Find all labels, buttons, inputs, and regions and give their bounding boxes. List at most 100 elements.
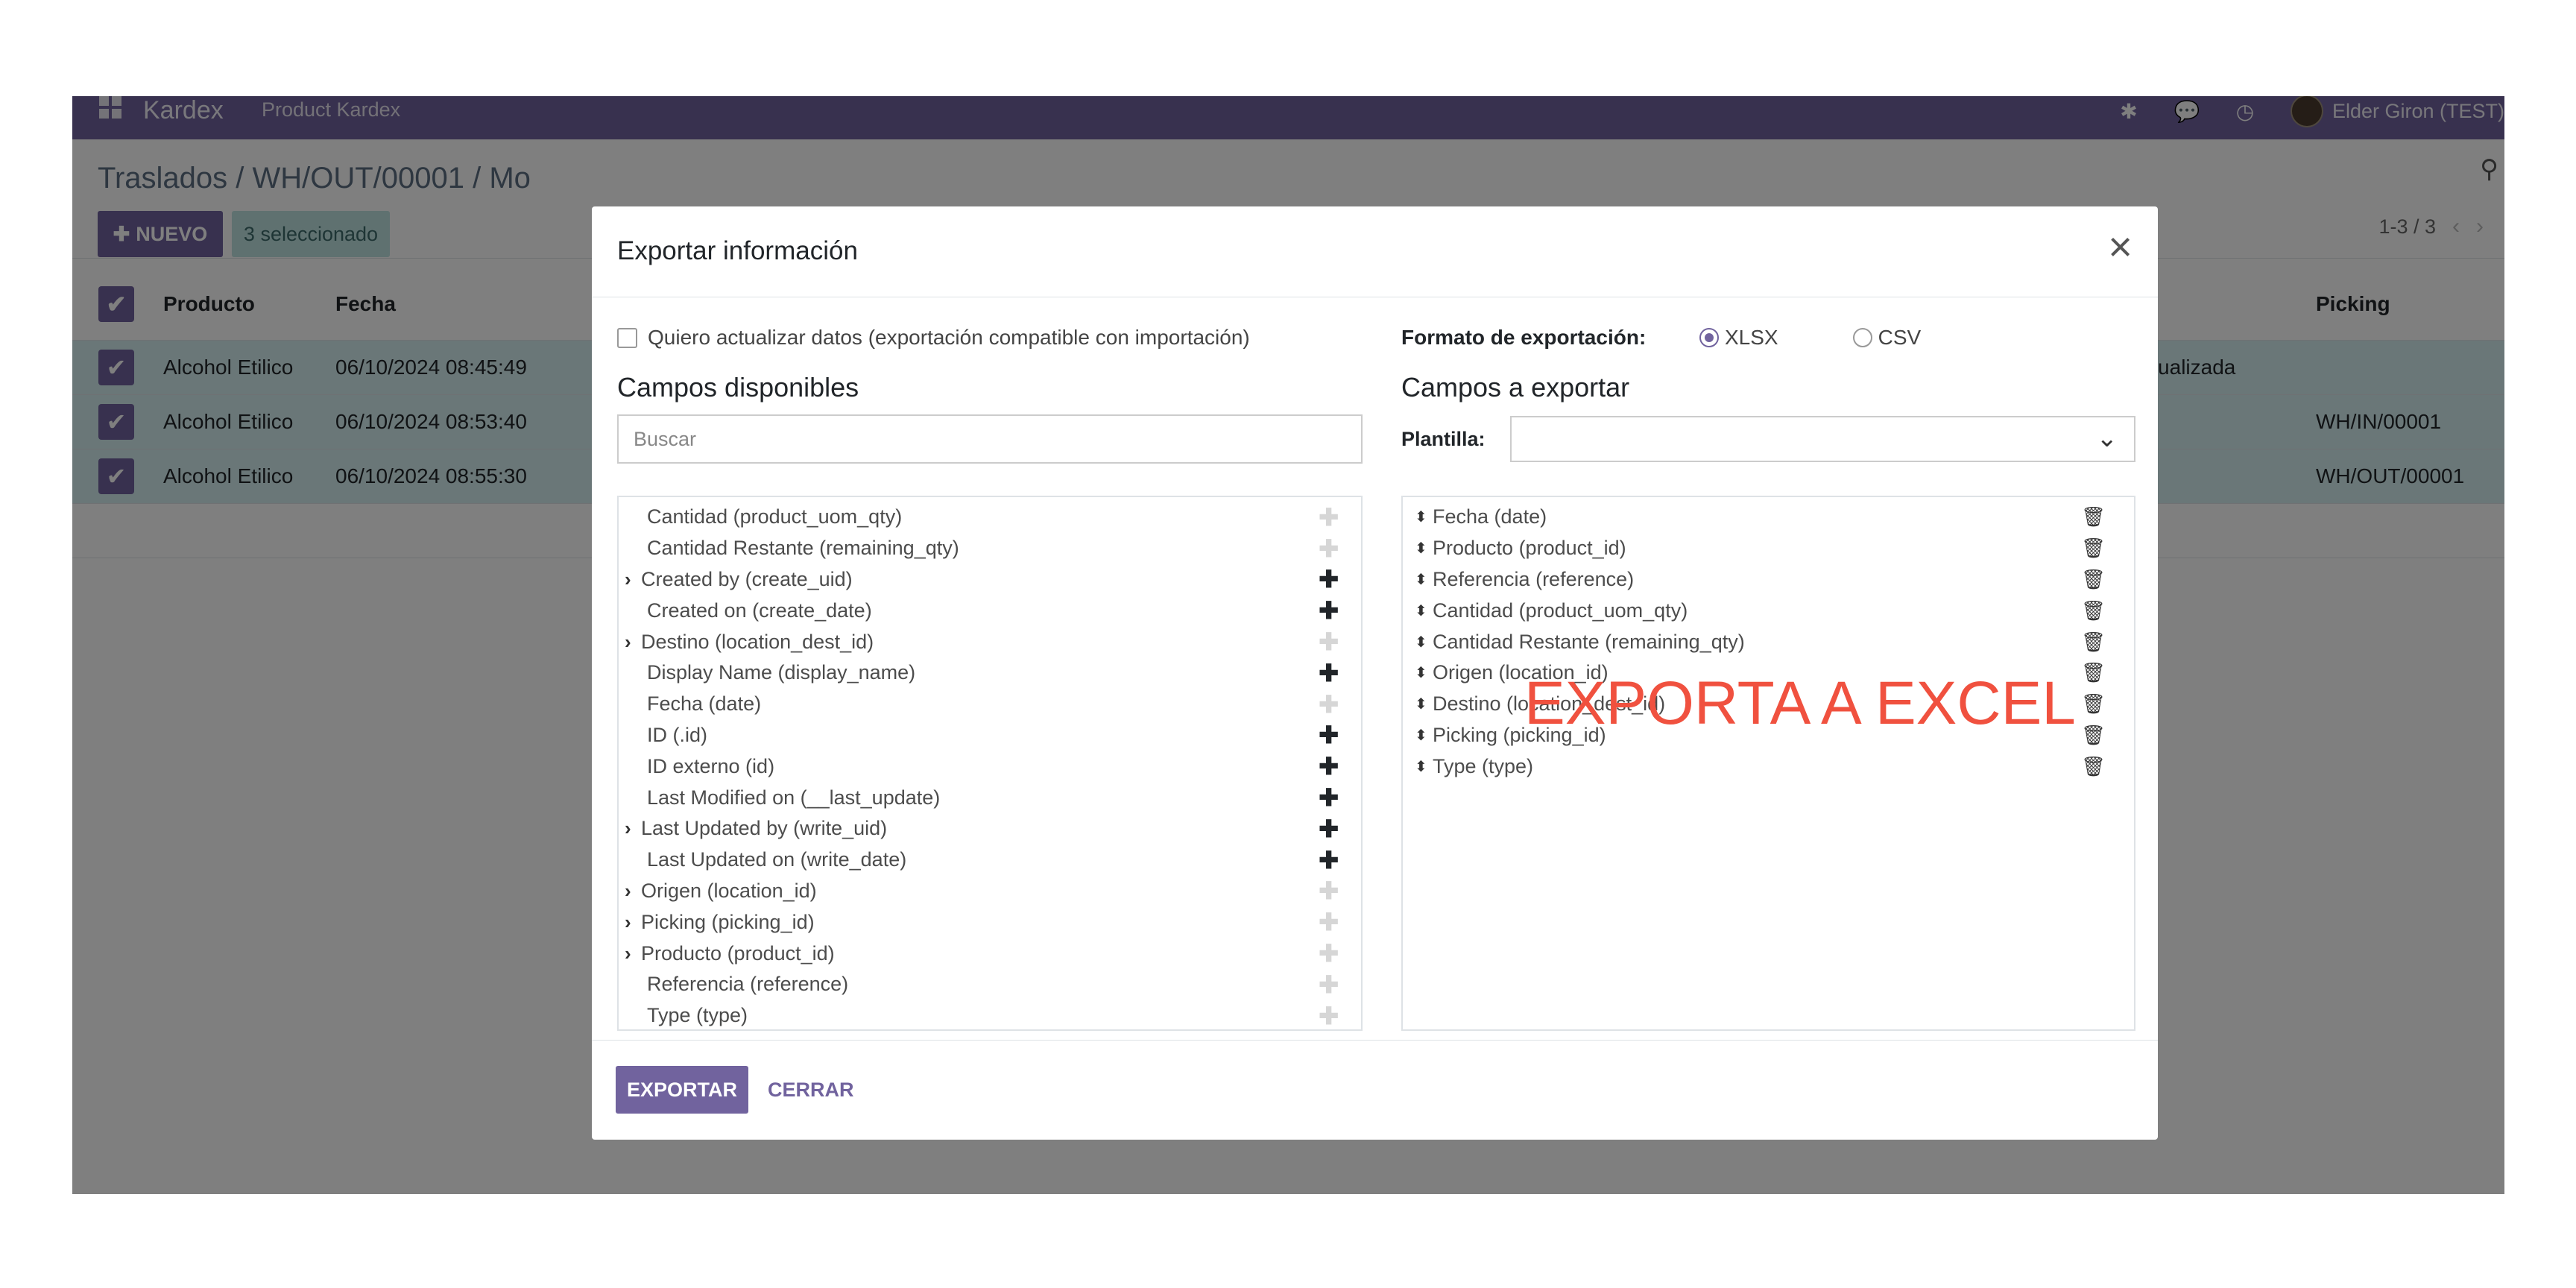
drag-sort-icon[interactable]: ⬍ (1415, 508, 1427, 526)
available-field-label: Producto (product_id) (641, 941, 835, 965)
export-field-item[interactable]: ⬍ Fecha (date) 🗑 (1403, 502, 2134, 533)
available-field-item[interactable]: ID externo (id) ✚ (619, 751, 1361, 782)
available-field-item[interactable]: Display Name (display_name) ✚ (619, 657, 1361, 689)
add-field-icon[interactable]: ✚ (1319, 503, 1339, 531)
trash-icon[interactable]: 🗑 (2081, 505, 2106, 528)
close-button[interactable]: CERRAR (768, 1066, 854, 1114)
add-field-icon[interactable]: ✚ (1319, 783, 1339, 812)
available-field-item[interactable]: › Destino (location_dest_id) ✚ (619, 626, 1361, 657)
available-field-label: Type (type) (647, 1004, 748, 1027)
trash-icon[interactable]: 🗑 (2081, 661, 2106, 684)
radio-xlsx[interactable] (1699, 328, 1719, 347)
trash-icon[interactable]: 🗑 (2081, 692, 2106, 716)
chevron-down-icon[interactable]: ⌄ (2097, 423, 2118, 453)
add-field-icon[interactable]: ✚ (1319, 1002, 1339, 1030)
template-row: Plantilla: ⌄ (1401, 414, 2135, 464)
available-field-item[interactable]: › Origen (location_id) ✚ (619, 876, 1361, 907)
available-field-item[interactable]: Type (type) ✚ (619, 1000, 1361, 1032)
chevron-right-icon[interactable]: › (625, 631, 631, 654)
search-placeholder: Buscar (634, 427, 697, 450)
trash-icon[interactable]: 🗑 (2081, 724, 2106, 747)
add-field-icon[interactable]: ✚ (1319, 721, 1339, 749)
add-field-icon[interactable]: ✚ (1319, 659, 1339, 687)
export-field-item[interactable]: ⬍ Referencia (reference) 🗑 (1403, 564, 2134, 596)
add-field-icon[interactable]: ✚ (1319, 752, 1339, 780)
dialog-body: Quiero actualizar datos (exportación com… (592, 297, 2158, 1043)
trash-icon[interactable]: 🗑 (2081, 631, 2106, 654)
available-field-label: Destino (location_dest_id) (641, 630, 874, 653)
drag-sort-icon[interactable]: ⬍ (1415, 539, 1427, 558)
add-field-icon[interactable]: ✚ (1319, 534, 1339, 563)
available-field-label: ID externo (id) (647, 754, 775, 777)
add-field-icon[interactable]: ✚ (1319, 690, 1339, 719)
close-icon[interactable]: × (2108, 226, 2133, 268)
export-field-item[interactable]: ⬍ Cantidad (product_uom_qty) 🗑 (1403, 595, 2134, 626)
export-button[interactable]: EXPORTAR (616, 1066, 748, 1114)
trash-icon[interactable]: 🗑 (2081, 599, 2106, 622)
add-field-icon[interactable]: ✚ (1319, 815, 1339, 843)
available-field-item[interactable]: Cantidad (product_uom_qty) ✚ (619, 502, 1361, 533)
available-field-item[interactable]: Created on (create_date) ✚ (619, 595, 1361, 626)
add-field-icon[interactable]: ✚ (1319, 565, 1339, 593)
add-field-icon[interactable]: ✚ (1319, 628, 1339, 656)
available-field-item[interactable]: › Producto (product_id) ✚ (619, 938, 1361, 969)
annotation-text: EXPORTA A EXCEL (1524, 669, 2076, 737)
chevron-right-icon[interactable]: › (625, 568, 631, 591)
import-compat-checkbox[interactable] (617, 327, 637, 348)
chevron-right-icon[interactable]: › (625, 911, 631, 934)
trash-icon[interactable]: 🗑 (2081, 568, 2106, 591)
available-field-label: ID (.id) (647, 723, 707, 746)
drag-sort-icon[interactable]: ⬍ (1415, 663, 1427, 682)
available-field-label: Created on (create_date) (647, 599, 872, 622)
template-label: Plantilla: (1401, 427, 1486, 450)
drag-sort-icon[interactable]: ⬍ (1415, 570, 1427, 589)
export-dialog: Exportar información × Quiero actualizar… (592, 206, 2158, 1140)
export-field-item[interactable]: ⬍ Producto (product_id) 🗑 (1403, 533, 2134, 564)
export-field-label: Cantidad (product_uom_qty) (1433, 599, 1688, 622)
trash-icon[interactable]: 🗑 (2081, 537, 2106, 560)
drag-sort-icon[interactable]: ⬍ (1415, 757, 1427, 776)
available-field-item[interactable]: Fecha (date) ✚ (619, 689, 1361, 720)
drag-sort-icon[interactable]: ⬍ (1415, 695, 1427, 713)
available-field-item[interactable]: › Last Updated by (write_uid) ✚ (619, 813, 1361, 845)
chevron-right-icon[interactable]: › (625, 880, 631, 903)
available-field-item[interactable]: Cantidad Restante (remaining_qty) ✚ (619, 533, 1361, 564)
export-field-item[interactable]: ⬍ Cantidad Restante (remaining_qty) 🗑 (1403, 626, 2134, 657)
template-select[interactable]: ⌄ (1510, 416, 2135, 462)
format-xlsx-label: XLSX (1725, 326, 1778, 349)
chevron-right-icon[interactable]: › (625, 942, 631, 965)
drag-sort-icon[interactable]: ⬍ (1415, 602, 1427, 620)
export-field-label: Type (type) (1433, 754, 1534, 777)
available-field-item[interactable]: ID (.id) ✚ (619, 720, 1361, 751)
dialog-title: Exportar información (617, 236, 858, 265)
available-field-label: Cantidad (product_uom_qty) (647, 505, 903, 528)
import-compat-option[interactable]: Quiero actualizar datos (exportación com… (617, 326, 1250, 350)
chevron-right-icon[interactable]: › (625, 817, 631, 840)
available-field-label: Referencia (reference) (647, 973, 849, 996)
export-field-label: Fecha (date) (1433, 505, 1547, 528)
drag-sort-icon[interactable]: ⬍ (1415, 726, 1427, 745)
format-option-csv[interactable]: CSV (1852, 326, 1921, 350)
available-field-item[interactable]: Last Modified on (__last_update) ✚ (619, 782, 1361, 813)
export-field-item[interactable]: ⬍ Type (type) 🗑 (1403, 751, 2134, 782)
add-field-icon[interactable]: ✚ (1319, 939, 1339, 967)
available-field-label: Origen (location_id) (641, 879, 817, 902)
add-field-icon[interactable]: ✚ (1319, 908, 1339, 936)
app-window: Kardex Product Kardex ✱ 💬 ◷ Elder Giron … (72, 96, 2504, 1194)
available-field-item[interactable]: Last Updated on (write_date) ✚ (619, 845, 1361, 876)
trash-icon[interactable]: 🗑 (2081, 755, 2106, 778)
available-field-item[interactable]: Referencia (reference) ✚ (619, 969, 1361, 1000)
available-field-label: Cantidad Restante (remaining_qty) (647, 537, 959, 560)
search-input[interactable]: Buscar (617, 414, 1363, 464)
add-field-icon[interactable]: ✚ (1319, 846, 1339, 874)
add-field-icon[interactable]: ✚ (1319, 970, 1339, 999)
radio-csv[interactable] (1852, 328, 1872, 347)
add-field-icon[interactable]: ✚ (1319, 877, 1339, 905)
format-label: Formato de exportación: (1401, 326, 1647, 349)
drag-sort-icon[interactable]: ⬍ (1415, 633, 1427, 651)
format-option-xlsx[interactable]: XLSX (1699, 326, 1778, 350)
available-field-item[interactable]: › Created by (create_uid) ✚ (619, 564, 1361, 596)
available-field-item[interactable]: › Picking (picking_id) ✚ (619, 906, 1361, 938)
add-field-icon[interactable]: ✚ (1319, 596, 1339, 625)
available-field-label: Display Name (display_name) (647, 661, 916, 684)
